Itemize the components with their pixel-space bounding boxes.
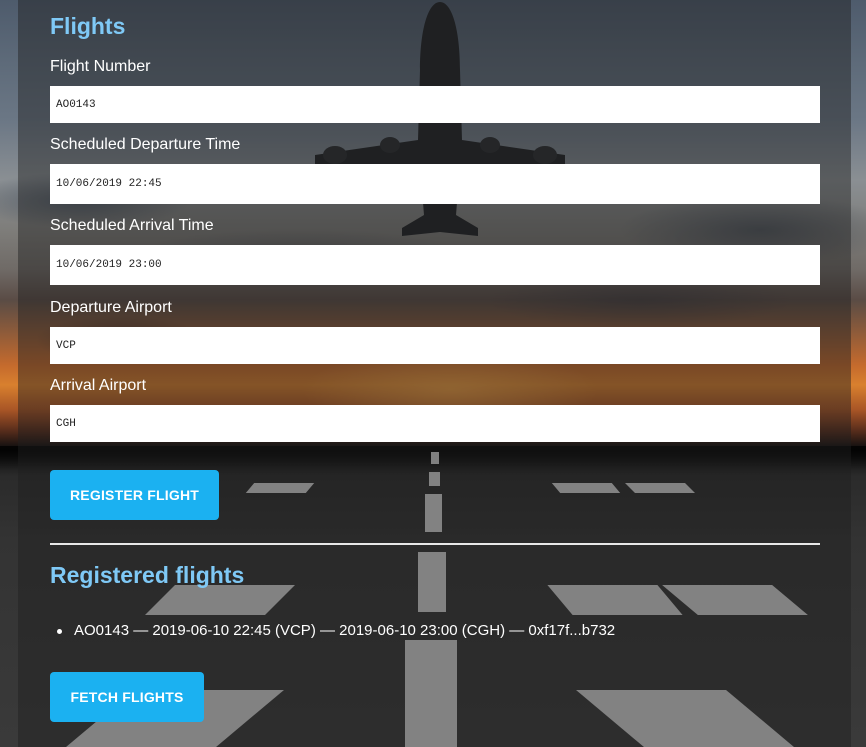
arrival-airport-input[interactable]: CGH [50, 405, 820, 442]
flight-entry: AO0143 — 2019-06-10 22:45 (VCP) — 2019-0… [74, 622, 616, 639]
flights-heading: Flights [50, 13, 126, 39]
departure-time-label: Scheduled Departure Time [50, 136, 241, 153]
departure-time-input[interactable]: 10/06/2019 22:45 [50, 164, 820, 204]
arrival-time-label: Scheduled Arrival Time [50, 217, 214, 234]
list-item: AO0143 — 2019-06-10 22:45 (VCP) — 2019-0… [57, 622, 616, 639]
departure-airport-input[interactable]: VCP [50, 327, 820, 364]
arrival-airport-label: Arrival Airport [50, 377, 147, 394]
flight-number-label: Flight Number [50, 58, 151, 75]
register-flight-button[interactable]: REGISTER FLIGHT [50, 470, 219, 520]
bullet-icon [57, 629, 62, 634]
fetch-flights-button[interactable]: FETCH FLIGHTS [50, 672, 204, 722]
registered-flights-list: AO0143 — 2019-06-10 22:45 (VCP) — 2019-0… [57, 622, 616, 639]
section-divider [50, 543, 820, 545]
arrival-time-input[interactable]: 10/06/2019 23:00 [50, 245, 820, 285]
flight-number-input[interactable]: AO0143 [50, 86, 820, 123]
departure-airport-label: Departure Airport [50, 299, 172, 316]
registered-flights-heading: Registered flights [50, 562, 245, 588]
